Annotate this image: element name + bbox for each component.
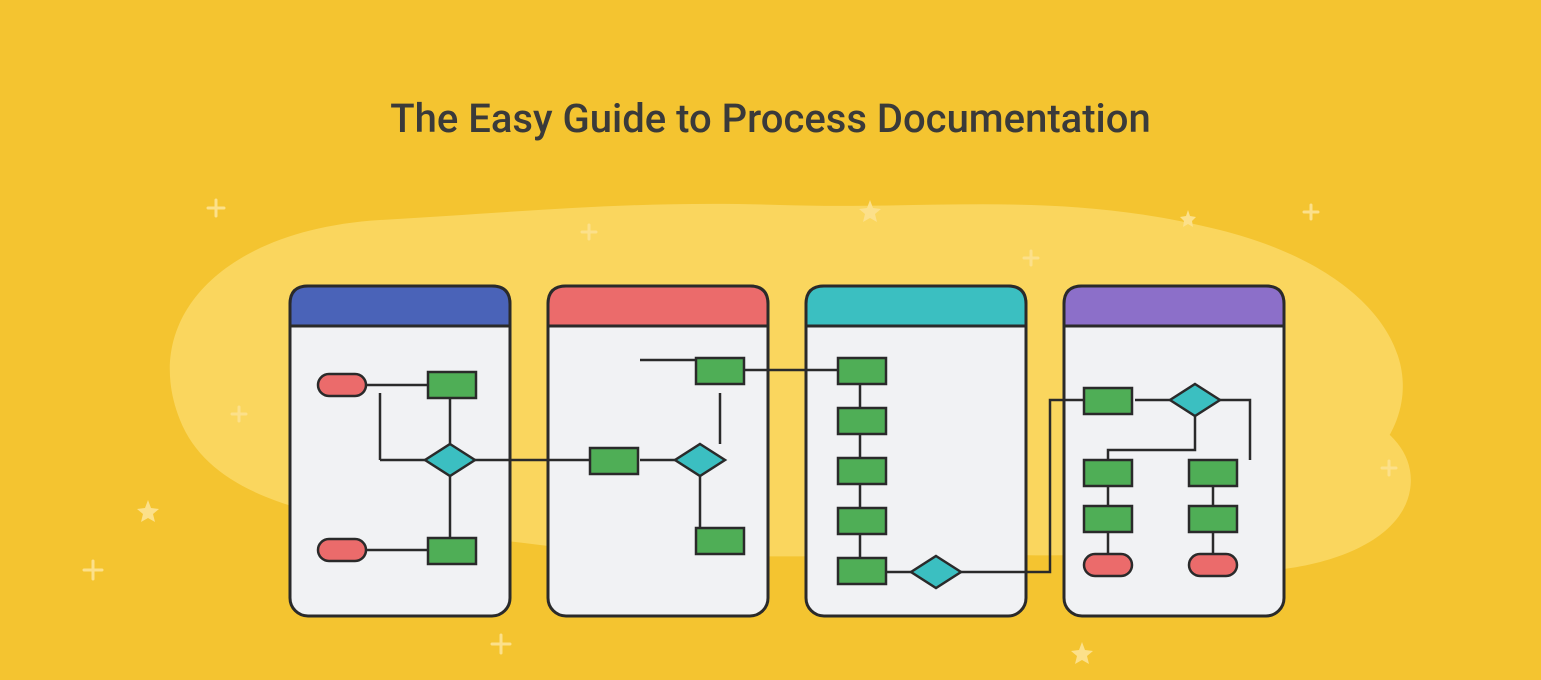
process-icon	[1084, 460, 1132, 486]
process-icon	[1084, 506, 1132, 532]
terminal-icon	[1189, 554, 1237, 576]
panel-header-teal	[806, 286, 1026, 326]
panel-header-purple	[1064, 286, 1284, 326]
process-icon	[1084, 388, 1132, 414]
terminal-icon	[318, 539, 366, 561]
panel-2	[548, 286, 768, 616]
process-icon	[590, 448, 638, 474]
process-icon	[838, 558, 886, 584]
panel-header-blue	[290, 286, 510, 326]
process-icon	[1189, 460, 1237, 486]
process-icon	[428, 372, 476, 398]
process-icon	[838, 458, 886, 484]
process-icon	[428, 538, 476, 564]
panel-header-red	[548, 286, 768, 326]
process-icon	[696, 358, 744, 384]
process-icon	[1189, 506, 1237, 532]
page-title: The Easy Guide to Process Documentation	[0, 95, 1541, 142]
process-icon	[838, 508, 886, 534]
panel-1	[290, 286, 510, 616]
process-icon	[696, 528, 744, 554]
terminal-icon	[1084, 554, 1132, 576]
terminal-icon	[318, 374, 366, 396]
process-icon	[838, 408, 886, 434]
process-icon	[838, 358, 886, 384]
